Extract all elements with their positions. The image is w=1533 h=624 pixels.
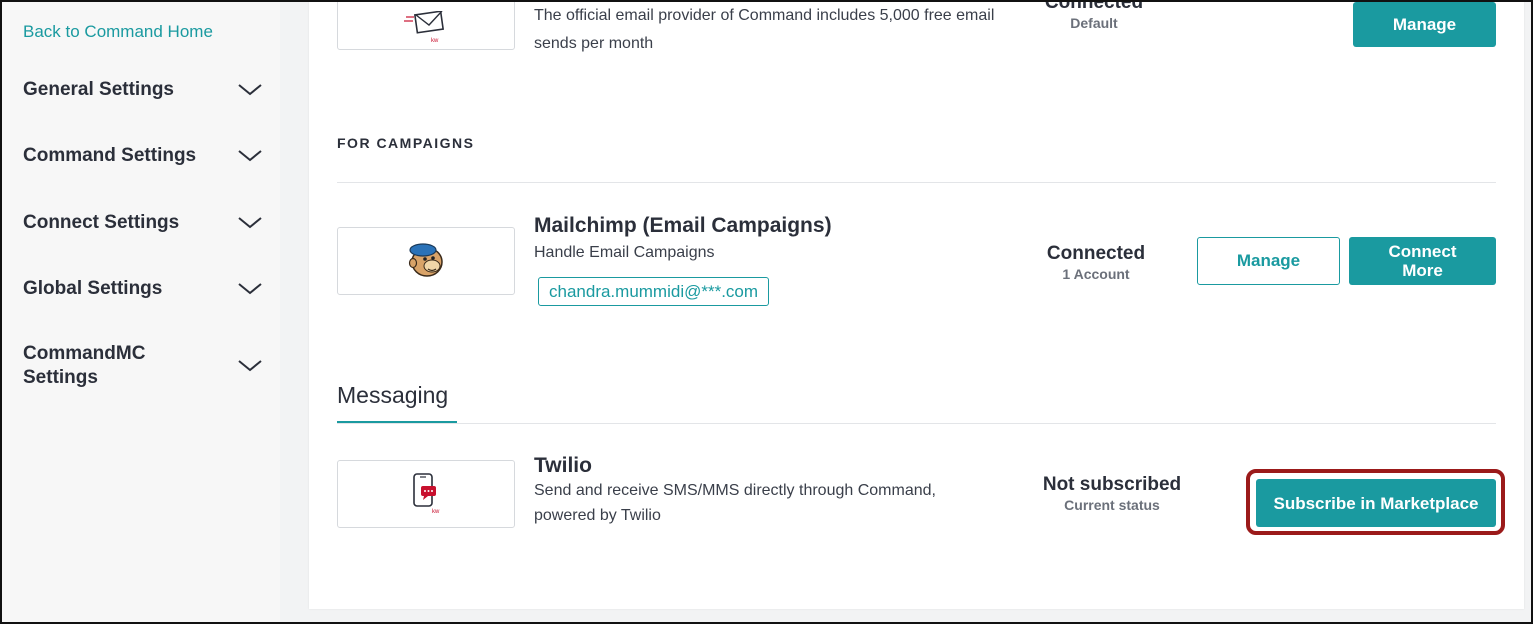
messaging-heading: Messaging <box>337 382 449 408</box>
phone-sms-icon: kw <box>410 470 442 519</box>
mailchimp-logo <box>337 227 515 295</box>
sidebar-item-label: Command Settings <box>23 145 197 166</box>
back-to-home-link[interactable]: Back to Command Home <box>23 22 213 42</box>
mailchimp-description: Handle Email Campaigns <box>534 244 715 261</box>
mailchimp-account-tag[interactable]: chandra.mummidi@***.com <box>538 277 770 306</box>
mailchimp-title: Mailchimp (Email Campaigns) <box>534 214 832 237</box>
chevron-down-icon <box>237 215 263 231</box>
email-provider-logo: kw <box>337 0 515 50</box>
section-divider <box>337 182 1496 183</box>
sidebar-item-connect-settings[interactable]: Connect Settings <box>23 211 263 235</box>
twilio-title: Twilio <box>534 454 592 477</box>
status-subtext: 1 Account <box>1062 266 1130 282</box>
twilio-status: Not subscribed Current status <box>1027 474 1197 514</box>
sidebar-item-command-settings[interactable]: Command Settings <box>23 144 263 168</box>
email-envelope-icon: kw <box>404 9 448 50</box>
sidebar-item-label: General Settings <box>23 79 174 100</box>
highlight-annotation <box>1246 469 1505 535</box>
status-text: Connected <box>1044 0 1144 13</box>
status-subtext: Current status <box>1064 497 1160 513</box>
svg-text:kw: kw <box>432 509 440 514</box>
chevron-down-icon <box>237 148 263 164</box>
section-divider <box>337 423 1496 424</box>
twilio-logo: kw <box>337 460 515 528</box>
sidebar-item-label: Global Settings <box>23 278 163 299</box>
mailchimp-manage-button[interactable]: Manage <box>1197 237 1340 285</box>
email-provider-status: Connected Default <box>1029 0 1159 32</box>
email-provider-description: The official email provider of Command i… <box>534 7 995 52</box>
chevron-down-icon <box>237 82 263 98</box>
mailchimp-logo-icon <box>404 237 448 286</box>
chevron-down-icon <box>237 358 263 374</box>
sidebar-item-commandmc-settings[interactable]: CommandMC Settings <box>23 342 263 390</box>
mailchimp-status: Connected 1 Account <box>1031 243 1161 283</box>
sidebar-item-label: CommandMC Settings <box>23 343 146 388</box>
svg-text:kw: kw <box>431 38 439 44</box>
for-campaigns-label: FOR CAMPAIGNS <box>337 135 475 151</box>
chevron-down-icon <box>237 281 263 297</box>
mailchimp-connect-more-button[interactable]: Connect More <box>1349 237 1496 285</box>
status-subtext: Default <box>1070 15 1118 31</box>
sidebar-item-label: Connect Settings <box>23 212 180 233</box>
sidebar-item-general-settings[interactable]: General Settings <box>23 78 263 102</box>
status-text: Not subscribed <box>1042 474 1182 495</box>
settings-sidebar: Back to Command Home General Settings Co… <box>2 2 280 622</box>
email-provider-manage-button[interactable]: Manage <box>1353 2 1496 47</box>
sidebar-item-global-settings[interactable]: Global Settings <box>23 277 263 301</box>
twilio-description: Send and receive SMS/MMS directly throug… <box>534 482 936 524</box>
status-text: Connected <box>1046 243 1146 264</box>
